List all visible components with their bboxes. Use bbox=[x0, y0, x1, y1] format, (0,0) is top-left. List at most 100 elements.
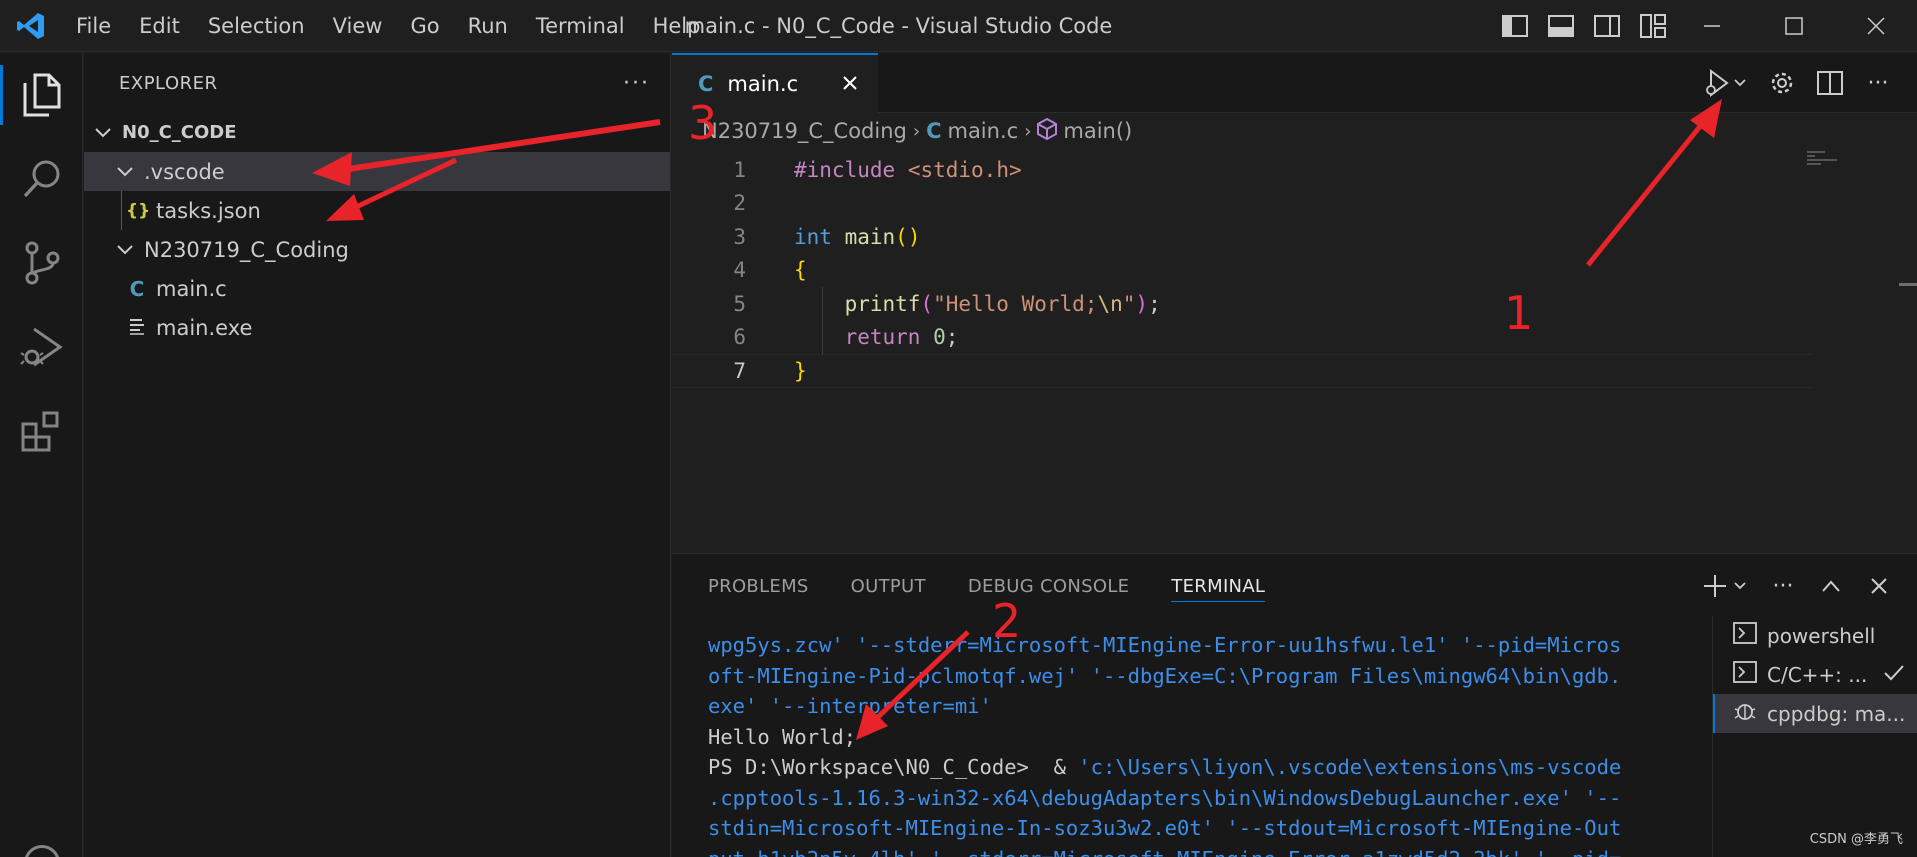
code-token: { bbox=[794, 258, 807, 283]
customize-layout-icon[interactable] bbox=[1639, 12, 1667, 40]
run-and-debug-activity-icon[interactable] bbox=[0, 305, 83, 389]
menu-view[interactable]: View bbox=[319, 0, 397, 52]
code-token: int bbox=[794, 224, 832, 249]
code-line: 3 int main() bbox=[672, 220, 1812, 254]
symbol-method-icon bbox=[1037, 117, 1058, 145]
chevron-down-icon bbox=[114, 239, 136, 261]
terminal-output[interactable]: wpg5ys.zcw' '--stderr=Microsoft-MIEngine… bbox=[708, 630, 1663, 857]
indent-guide bbox=[121, 191, 122, 230]
close-window-icon[interactable] bbox=[1835, 0, 1917, 52]
check-icon bbox=[1883, 663, 1905, 687]
minimize-icon[interactable] bbox=[1671, 0, 1753, 52]
terminal-line: oft-MIEngine-Pid-pclmotqf.wej' '--dbgExe… bbox=[708, 663, 1622, 688]
workspace-root-label: N0_C_CODE bbox=[122, 122, 237, 143]
tree-item-vscode-folder[interactable]: .vscode bbox=[84, 152, 670, 191]
tree-item-label: main.c bbox=[156, 276, 227, 301]
search-activity-icon[interactable] bbox=[0, 137, 83, 221]
terminal-item-cpp-task[interactable]: C/C++: ... bbox=[1713, 655, 1917, 694]
menu-selection[interactable]: Selection bbox=[194, 0, 319, 52]
tree-item-main-c[interactable]: C main.c bbox=[84, 269, 670, 308]
run-debug-button[interactable] bbox=[1701, 68, 1749, 98]
line-number: 2 bbox=[733, 191, 746, 216]
chevron-down-icon bbox=[92, 122, 114, 144]
tree-item-label: N230719_C_Coding bbox=[144, 237, 349, 262]
tab-main-c[interactable]: C main.c bbox=[672, 53, 878, 113]
more-actions-icon[interactable]: ··· bbox=[1863, 68, 1893, 98]
terminal-line: .cpptools-1.16.3-win32-x64\debugAdapters… bbox=[708, 785, 1622, 810]
breadcrumb-symbol[interactable]: main() bbox=[1063, 119, 1132, 143]
maximize-icon[interactable] bbox=[1753, 0, 1835, 52]
layout-controls bbox=[1501, 0, 1667, 52]
window-controls bbox=[1671, 0, 1917, 52]
tab-debug-console[interactable]: DEBUG CONSOLE bbox=[968, 554, 1130, 618]
code-token: main bbox=[844, 224, 896, 249]
editor-scrollbar[interactable] bbox=[1899, 283, 1917, 286]
code-token: ( bbox=[920, 291, 934, 316]
tree-item-main-exe[interactable]: main.exe bbox=[84, 308, 670, 347]
tree-item-n230719-folder[interactable]: N230719_C_Coding bbox=[84, 230, 670, 269]
toggle-secondary-sidebar-icon[interactable] bbox=[1593, 12, 1621, 40]
terminal-list: powershell C/C++: ... cppdbg: ma... bbox=[1712, 616, 1917, 857]
menu-edit[interactable]: Edit bbox=[125, 0, 194, 52]
tab-label: main.c bbox=[727, 72, 799, 96]
c-file-icon: C bbox=[926, 119, 942, 143]
line-number: 1 bbox=[733, 157, 746, 182]
maximize-panel-icon[interactable] bbox=[1817, 572, 1845, 600]
workspace-root[interactable]: N0_C_CODE bbox=[84, 113, 670, 152]
terminal-item-label: C/C++: ... bbox=[1767, 662, 1868, 687]
editor-actions: ··· bbox=[1701, 53, 1893, 113]
terminal-item-cppdbg[interactable]: cppdbg: ma... bbox=[1713, 694, 1917, 733]
more-actions-icon[interactable]: ··· bbox=[1769, 572, 1797, 600]
code-token: ; bbox=[1148, 291, 1161, 316]
breadcrumb-folder[interactable]: N230719_C_Coding bbox=[702, 119, 907, 143]
line-number: 3 bbox=[733, 224, 746, 249]
indent-guide bbox=[822, 320, 823, 354]
tab-terminal[interactable]: TERMINAL bbox=[1171, 554, 1266, 618]
terminal-item-powershell[interactable]: powershell bbox=[1713, 616, 1917, 655]
tree-item-label: .vscode bbox=[144, 159, 225, 184]
menu-file[interactable]: File bbox=[62, 0, 125, 52]
explorer-header: EXPLORER ··· bbox=[84, 53, 670, 113]
explorer-sidebar: EXPLORER ··· N0_C_CODE .vscode {} tasks.… bbox=[84, 53, 671, 857]
tree-item-tasks-json[interactable]: {} tasks.json bbox=[84, 191, 670, 230]
gear-icon[interactable] bbox=[1767, 68, 1797, 98]
minimap[interactable] bbox=[1807, 151, 1847, 171]
debug-bug-icon bbox=[1733, 699, 1757, 728]
watermark: CSDN @李勇飞 bbox=[1809, 832, 1903, 847]
indent-guide bbox=[822, 287, 823, 321]
explorer-title: EXPLORER bbox=[119, 72, 218, 94]
tab-output[interactable]: OUTPUT bbox=[851, 554, 926, 618]
split-editor-icon[interactable] bbox=[1815, 68, 1845, 98]
menu-run[interactable]: Run bbox=[454, 0, 522, 52]
toggle-panel-icon[interactable] bbox=[1547, 12, 1575, 40]
code-token: printf bbox=[844, 291, 921, 316]
more-actions-icon[interactable]: ··· bbox=[623, 71, 650, 96]
menu-help[interactable]: Help bbox=[639, 0, 715, 52]
menu-bar: File Edit Selection View Go Run Terminal… bbox=[62, 0, 714, 52]
menu-go[interactable]: Go bbox=[396, 0, 453, 52]
toggle-primary-sidebar-icon[interactable] bbox=[1501, 12, 1529, 40]
extensions-activity-icon[interactable] bbox=[0, 389, 83, 473]
close-tab-icon[interactable] bbox=[836, 69, 864, 97]
code-token: \n bbox=[1097, 291, 1123, 316]
code-editor[interactable]: 1 #include <stdio.h> 2 3 int main() 4 { … bbox=[672, 153, 1812, 388]
terminal-line: Hello World; bbox=[708, 724, 857, 749]
breadcrumb: N230719_C_Coding › C main.c › main() bbox=[672, 113, 1917, 149]
code-token: #include bbox=[794, 157, 896, 182]
source-control-activity-icon[interactable] bbox=[0, 221, 83, 305]
terminal-item-label: powershell bbox=[1767, 623, 1876, 648]
breadcrumb-file[interactable]: main.c bbox=[947, 119, 1018, 143]
menu-terminal[interactable]: Terminal bbox=[522, 0, 639, 52]
chevron-down-icon bbox=[114, 161, 136, 183]
editor-tabs: C main.c ··· bbox=[672, 53, 1917, 113]
terminal-item-label: cppdbg: ma... bbox=[1767, 701, 1906, 726]
close-panel-icon[interactable] bbox=[1865, 572, 1893, 600]
tab-problems[interactable]: PROBLEMS bbox=[708, 554, 809, 618]
new-terminal-button[interactable] bbox=[1703, 572, 1749, 600]
bottom-panel: PROBLEMS OUTPUT DEBUG CONSOLE TERMINAL ·… bbox=[672, 553, 1917, 857]
accounts-icon[interactable] bbox=[24, 845, 60, 857]
line-number: 6 bbox=[733, 325, 746, 350]
explorer-activity-icon[interactable] bbox=[0, 53, 83, 137]
terminal-line: put-b1yb2p5v.4lh' '--stderr=Microsoft-MI… bbox=[708, 844, 1663, 857]
c-file-icon: C bbox=[698, 72, 714, 96]
